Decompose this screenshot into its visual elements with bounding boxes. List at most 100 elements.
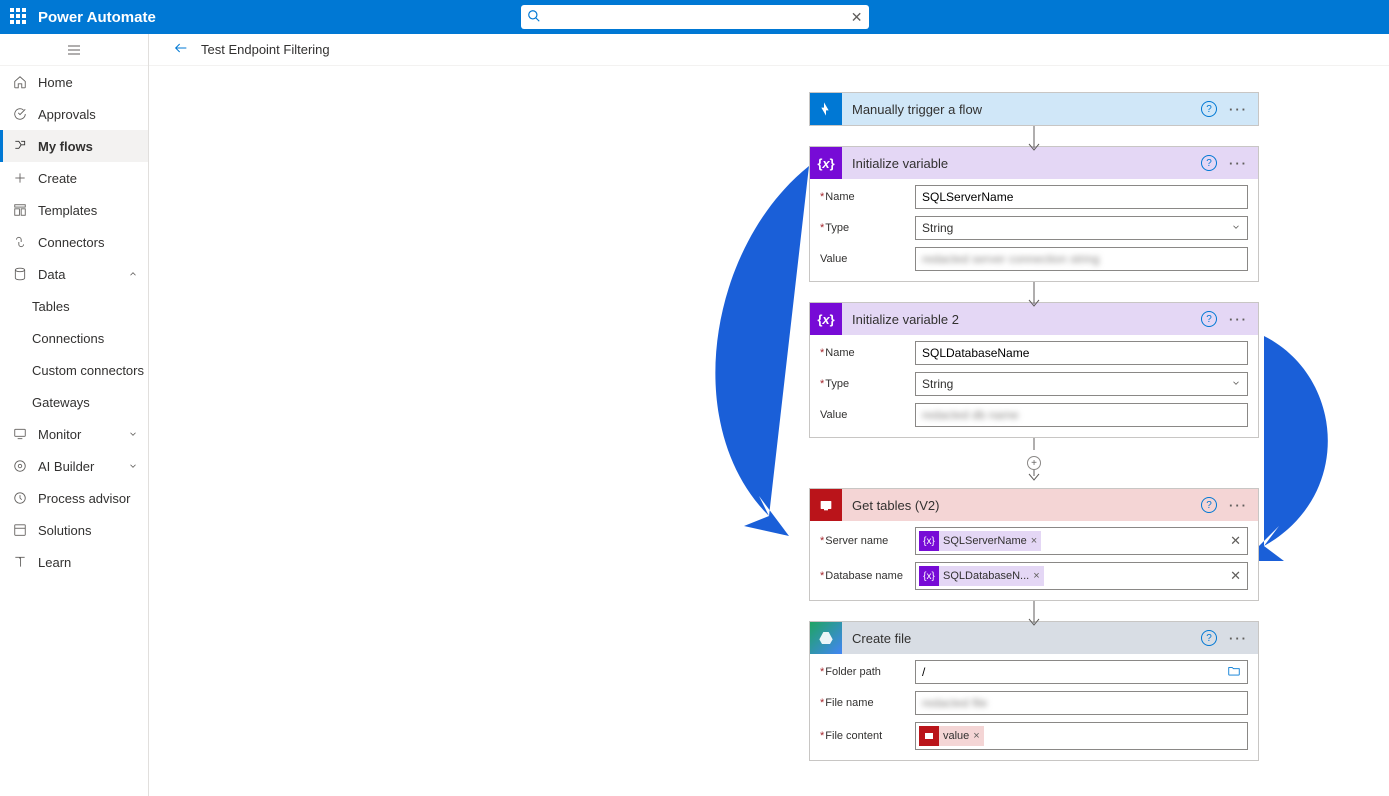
nav-label: Home (38, 75, 73, 90)
nav-custom-connectors[interactable]: Custom connectors (0, 354, 148, 386)
card-get-tables[interactable]: Get tables (V2) ? ··· *Server name {x} (809, 488, 1259, 601)
variable-token: {x} SQLDatabaseN... × (919, 566, 1044, 586)
search-input[interactable] (547, 10, 851, 25)
field-label: *Name (820, 347, 915, 359)
nav-label: Connectors (38, 235, 104, 250)
redacted-text: redacted server connection string (922, 252, 1099, 266)
app-launcher-icon[interactable] (10, 8, 28, 26)
nav-connectors[interactable]: Connectors (0, 226, 148, 258)
variable-icon: {x} (810, 303, 842, 335)
more-menu-icon[interactable]: ··· (1229, 312, 1248, 327)
connectors-icon (12, 234, 28, 250)
nav-tables[interactable]: Tables (0, 290, 148, 322)
field-label: *Type (820, 222, 915, 234)
connector-arrow (1033, 282, 1035, 302)
search-clear-icon[interactable]: ✕ (851, 9, 863, 26)
flows-icon (12, 138, 28, 154)
remove-token-icon[interactable]: × (1031, 535, 1037, 547)
nav-gateways[interactable]: Gateways (0, 386, 148, 418)
field-label: *Folder path (820, 666, 915, 678)
back-arrow-icon[interactable] (173, 40, 189, 59)
nav-label: Learn (38, 555, 71, 570)
topbar: Power Automate ✕ (0, 0, 1389, 34)
annotation-arrow-left (689, 166, 819, 549)
connector-arrow (1033, 468, 1035, 488)
type-select[interactable]: String (915, 216, 1248, 240)
process-icon (12, 490, 28, 506)
home-icon (12, 74, 28, 90)
value-input[interactable]: redacted server connection string (915, 247, 1248, 271)
name-input[interactable] (915, 341, 1248, 365)
chevron-down-icon (1231, 221, 1241, 235)
nav-solutions[interactable]: Solutions (0, 514, 148, 546)
main-canvas: Test Endpoint Filtering Manually trig (149, 34, 1389, 796)
value-input[interactable]: redacted db name (915, 403, 1248, 427)
token-text: value (943, 730, 969, 742)
data-icon (12, 266, 28, 282)
nav-label: Data (38, 267, 65, 282)
file-content-input[interactable]: value × (915, 722, 1248, 750)
card-trigger[interactable]: Manually trigger a flow ? ··· (809, 92, 1259, 126)
select-value: String (922, 377, 953, 391)
file-name-input[interactable]: redacted file (915, 691, 1248, 715)
nav-create[interactable]: Create (0, 162, 148, 194)
nav-templates[interactable]: Templates (0, 194, 148, 226)
nav-label: Gateways (32, 395, 90, 410)
clear-input-icon[interactable]: ✕ (1230, 533, 1241, 549)
search-icon (527, 9, 541, 26)
nav-connections[interactable]: Connections (0, 322, 148, 354)
card-title: Manually trigger a flow (842, 102, 1201, 117)
help-icon[interactable]: ? (1201, 155, 1217, 171)
help-icon[interactable]: ? (1201, 497, 1217, 513)
card-title: Initialize variable (842, 156, 1201, 171)
nav-ai-builder[interactable]: AI Builder (0, 450, 148, 482)
field-label: *Server name (820, 535, 915, 547)
type-select[interactable]: String (915, 372, 1248, 396)
help-icon[interactable]: ? (1201, 630, 1217, 646)
nav-home[interactable]: Home (0, 66, 148, 98)
server-name-input[interactable]: {x} SQLServerName × ✕ (915, 527, 1248, 555)
hamburger-button[interactable] (0, 34, 148, 66)
search-box[interactable]: ✕ (521, 5, 869, 29)
ai-icon (12, 458, 28, 474)
help-icon[interactable]: ? (1201, 311, 1217, 327)
more-menu-icon[interactable]: ··· (1229, 102, 1248, 117)
dynamic-token: value × (919, 726, 984, 746)
help-icon[interactable]: ? (1201, 101, 1217, 117)
database-name-input[interactable]: {x} SQLDatabaseN... × ✕ (915, 562, 1248, 590)
approvals-icon (12, 106, 28, 122)
add-step-button[interactable]: + (1027, 456, 1041, 470)
name-input[interactable] (915, 185, 1248, 209)
token-text: SQLDatabaseN... (943, 570, 1029, 582)
folder-path-input[interactable] (915, 660, 1248, 684)
variable-icon: {x} (919, 531, 939, 551)
nav-my-flows[interactable]: My flows (0, 130, 148, 162)
card-init-var-1[interactable]: {x} Initialize variable ? ··· *Name (809, 146, 1259, 282)
token-text: SQLServerName (943, 535, 1027, 547)
more-menu-icon[interactable]: ··· (1229, 498, 1248, 513)
learn-icon (12, 554, 28, 570)
more-menu-icon[interactable]: ··· (1229, 156, 1248, 171)
nav-data[interactable]: Data (0, 258, 148, 290)
nav-label: Process advisor (38, 491, 130, 506)
nav-monitor[interactable]: Monitor (0, 418, 148, 450)
chevron-up-icon (128, 267, 138, 282)
sql-icon (919, 726, 939, 746)
remove-token-icon[interactable]: × (1033, 570, 1039, 582)
clear-input-icon[interactable]: ✕ (1230, 568, 1241, 584)
nav-label: Connections (32, 331, 104, 346)
folder-picker-icon[interactable] (1227, 664, 1241, 681)
templates-icon (12, 202, 28, 218)
more-menu-icon[interactable]: ··· (1229, 631, 1248, 646)
card-title: Initialize variable 2 (842, 312, 1201, 327)
card-create-file[interactable]: Create file ? ··· *Folder path (809, 621, 1259, 761)
card-init-var-2[interactable]: {x} Initialize variable 2 ? ··· *Name (809, 302, 1259, 438)
page-title: Test Endpoint Filtering (201, 42, 330, 57)
remove-token-icon[interactable]: × (973, 730, 979, 742)
nav-learn[interactable]: Learn (0, 546, 148, 578)
nav-process-advisor[interactable]: Process advisor (0, 482, 148, 514)
connector-arrow (1033, 126, 1035, 146)
nav-approvals[interactable]: Approvals (0, 98, 148, 130)
redacted-text: redacted db name (922, 408, 1019, 422)
field-label: *File name (820, 697, 915, 709)
